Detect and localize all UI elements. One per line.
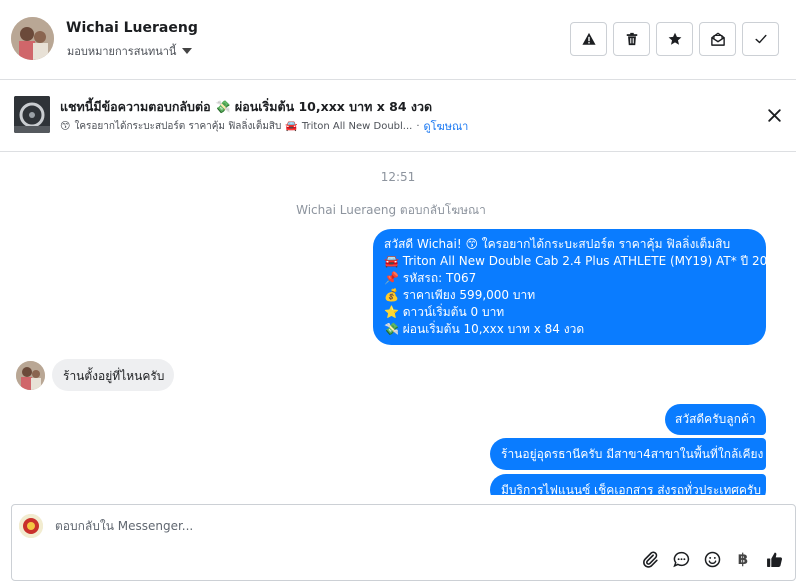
mark-unread-button[interactable] [699,22,736,56]
envelope-open-icon [710,32,725,46]
star-button[interactable] [656,22,693,56]
chat-bubble-icon [672,551,689,567]
thumbs-up-icon [766,552,782,567]
trash-icon [626,32,637,46]
ad-message-line: ⭐ ดาวน์เริ่มต้น 0 บาท [384,305,505,319]
composer-tools: ฿ [641,550,783,568]
conversation-actions [570,22,779,56]
mark-spam-button[interactable] [570,22,607,56]
spam-icon [581,32,596,45]
contact-name: Wichai Lueraeng [66,20,198,36]
conversation-header: Wichai Lueraeng มอบหมายการสนทนานี้ [0,0,796,80]
system-message: Wichai Lueraeng ตอบกลับโฆษณา [296,203,486,217]
saved-replies-button[interactable] [672,550,690,568]
ad-message-line: 🚘 Triton All New Double Cab 2.4 Plus ATH… [384,254,783,268]
ad-thumbnail[interactable] [14,96,50,133]
outgoing-message[interactable]: มีบริการไฟแนนซ์ เช็คเอกสาร ส่งรถทั่วประเ… [490,474,766,495]
ad-message-line: 💸 ผ่อนเริ่มต้น 10,xxx บาท x 84 งวด [384,322,585,336]
ad-subtitle-text: ใครอยากได้กระบะสปอร์ต ราคาคุ้ม ฟิลลิ่งเต… [74,120,282,132]
blush-emoji: 😙 [60,120,71,132]
outgoing-ad-message[interactable]: สวัสดี Wichai! 😙 ใครอยากได้กระบะสปอร์ต ร… [373,229,783,345]
contact-avatar-small [16,361,45,390]
assign-conversation-dropdown[interactable]: มอบหมายการสนทนานี้ [67,42,193,60]
incoming-message[interactable]: ร้านตั้งอยู่ที่ไหนครับ [52,359,174,391]
smiley-icon [704,551,720,567]
delete-button[interactable] [613,22,650,56]
like-button[interactable] [765,550,783,568]
ad-reply-subtitle: 😙 ใครอยากได้กระบะสปอร์ต ราคาคุ้ม ฟิลลิ่ง… [60,117,468,135]
check-icon [754,34,767,44]
car-emoji: 🚘 [285,120,298,132]
message-composer: ฿ [11,504,796,581]
paperclip-icon [642,551,658,568]
message-timestamp: 12:51 [380,170,416,184]
ad-message-line: 💰 ราคาเพียง 599,000 บาท [384,288,536,302]
contact-avatar[interactable] [11,17,54,60]
emoji-button[interactable] [703,550,721,568]
outgoing-message[interactable]: สวัสดีครับลูกค้า [665,404,766,435]
mark-done-button[interactable] [742,22,779,56]
outgoing-message[interactable]: ร้านอยู่อุดรธานีครับ มีสาขา4สาขาในพื้นที… [490,438,766,470]
message-thread[interactable]: 12:51 Wichai Lueraeng ตอบกลับโฆษณา สวัสด… [0,152,796,495]
ad-reply-title: แชทนี้มีข้อความตอบกลับต่อ 💸 ผ่อนเริ่มต้น… [60,99,433,114]
chevron-down-icon [182,48,193,54]
page-avatar [19,514,43,538]
ad-subtitle-model: Triton All New Doubl... [301,120,413,132]
attach-button[interactable] [641,550,659,568]
ad-message-line: 📌 รหัสรถ: T067 [384,271,477,285]
close-icon[interactable] [766,107,783,124]
view-ad-link[interactable]: ดูโฆษณา [424,117,469,135]
reply-input[interactable] [55,519,615,533]
star-icon [668,32,681,45]
ad-message-line: สวัสดี Wichai! 😙 ใครอยากได้กระบะสปอร์ต ร… [384,237,731,251]
assign-label: มอบหมายการสนทนานี้ [67,45,177,58]
baht-icon[interactable]: ฿ [734,550,752,568]
